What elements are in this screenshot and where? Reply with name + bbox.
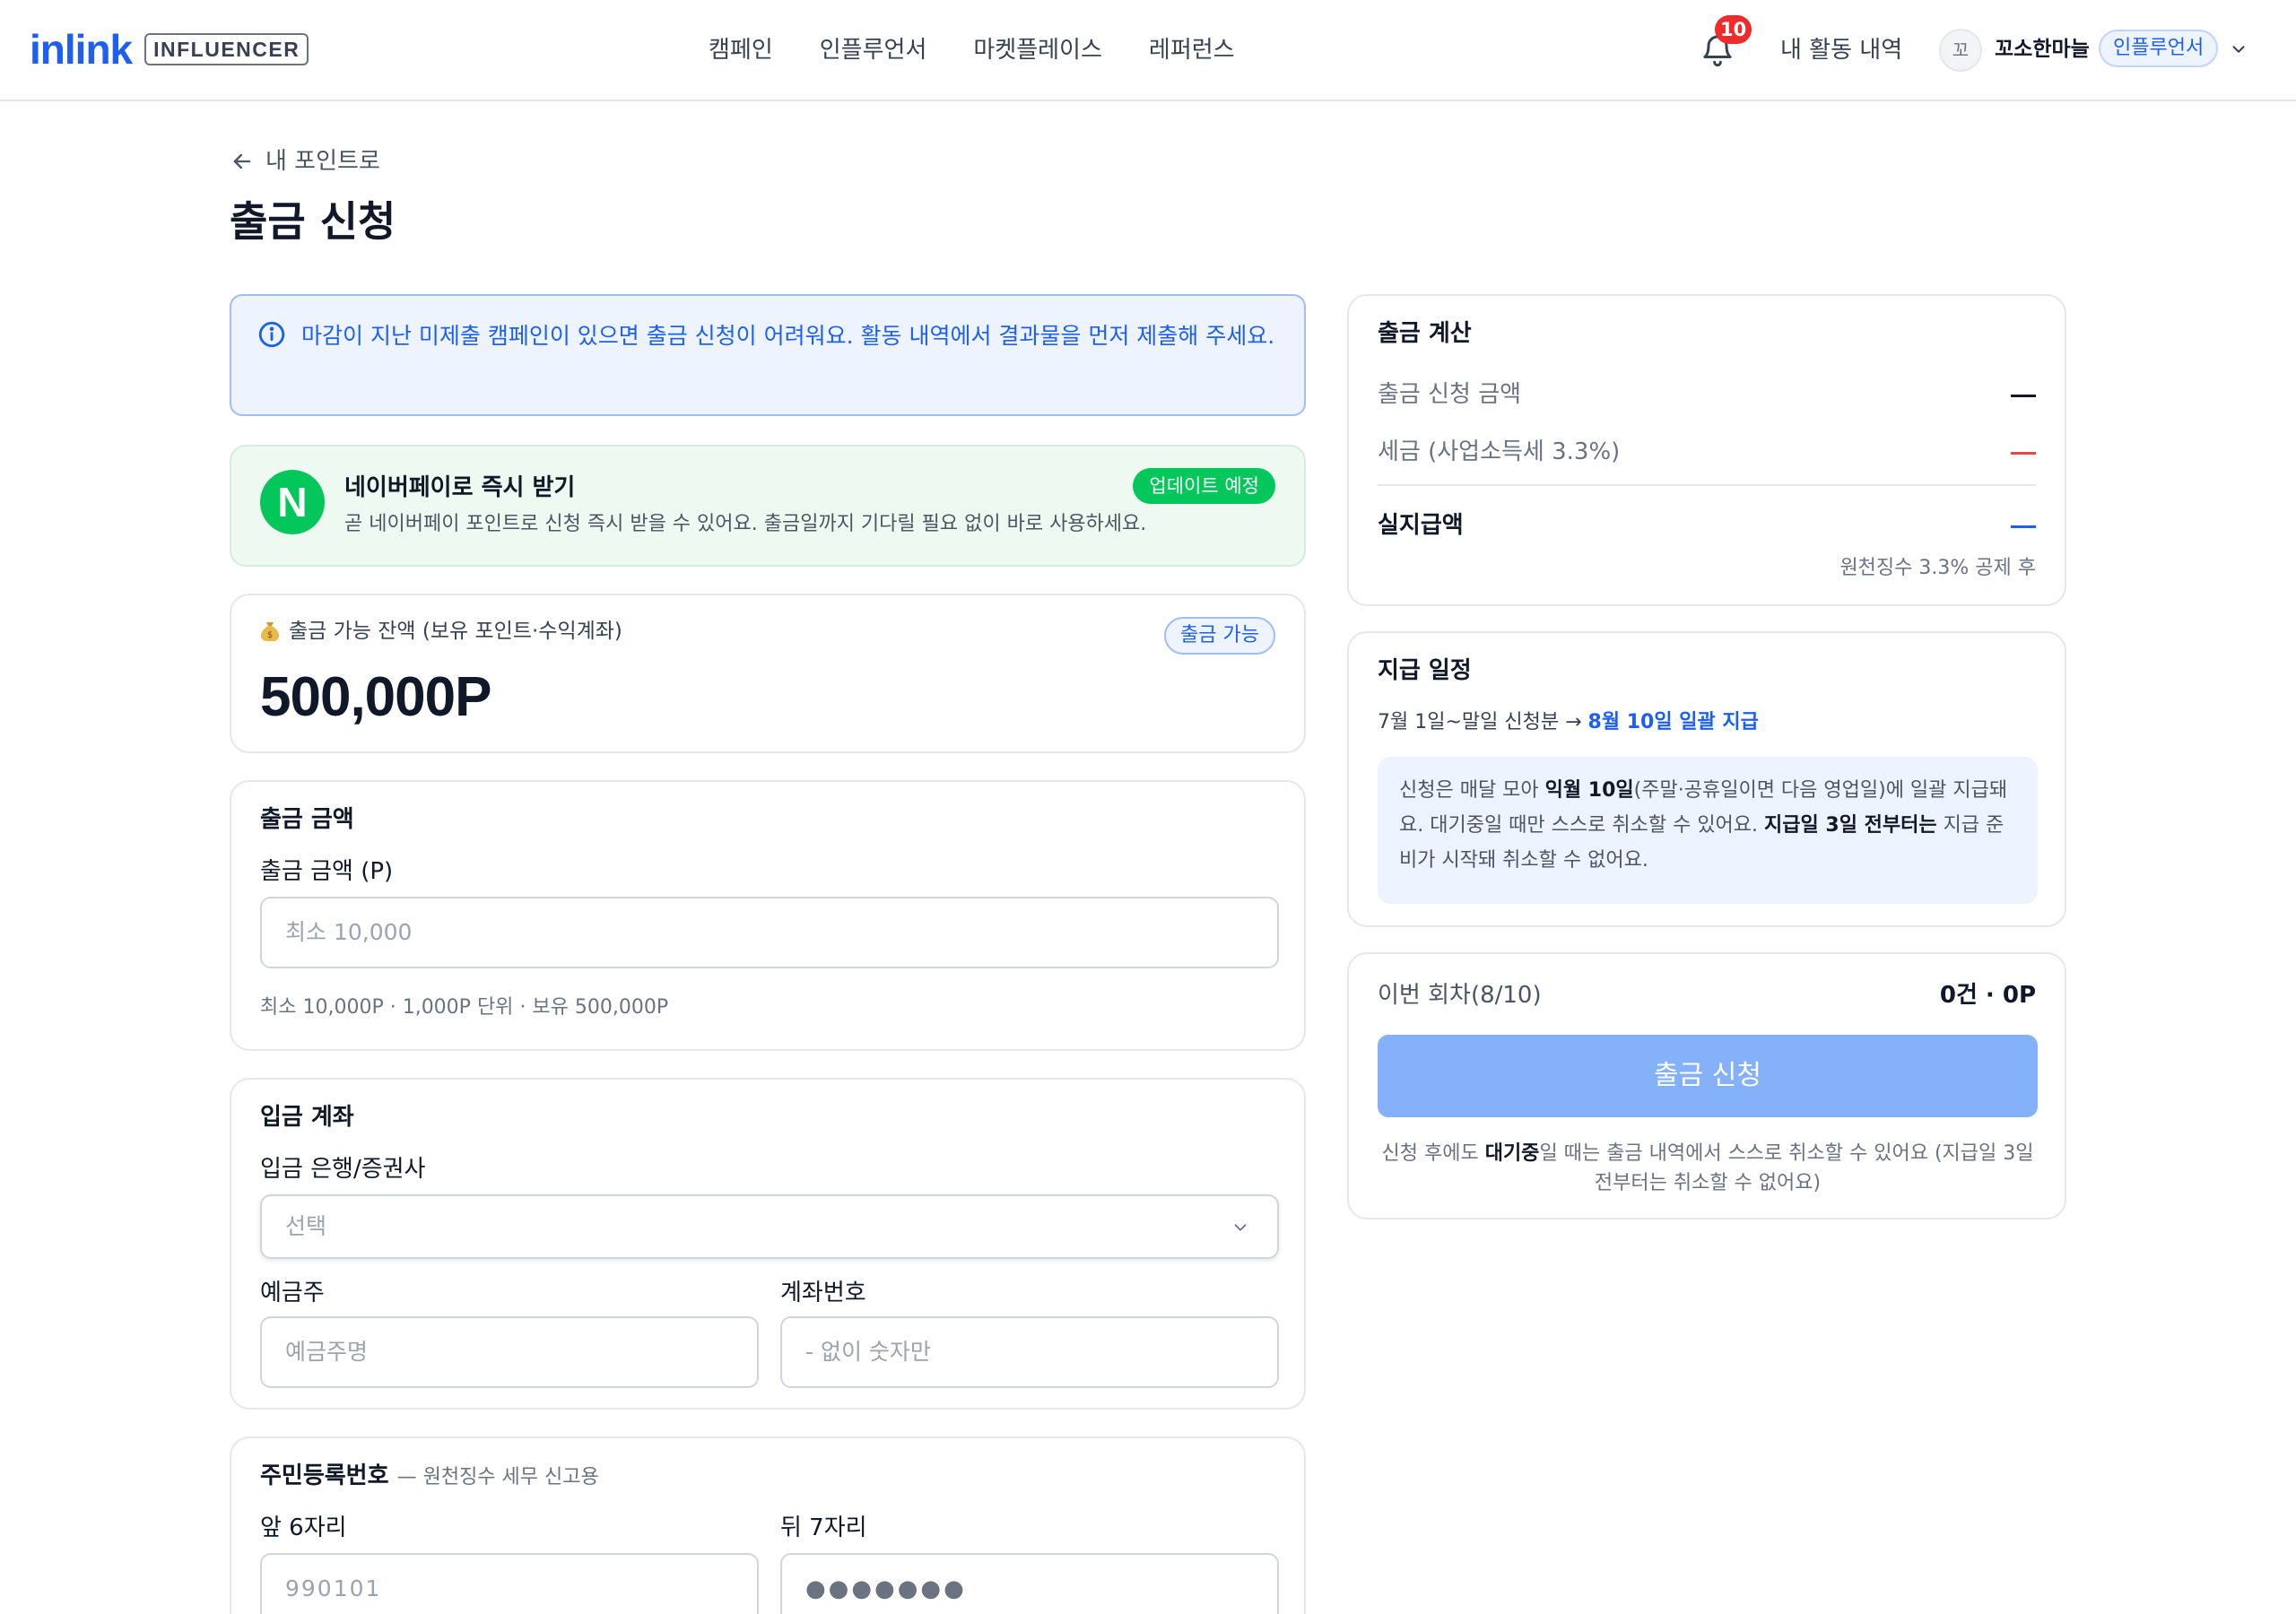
amount-section-title: 출금 금액 <box>260 806 354 833</box>
logo-wordmark: inlink <box>30 26 133 73</box>
request-amount-value <box>2011 395 2036 397</box>
bank-select[interactable]: 선택 <box>260 1194 1279 1259</box>
request-amount-label: 출금 신청 금액 <box>1378 381 1522 408</box>
divider <box>1378 484 2036 486</box>
schedule-title: 지급 일정 <box>1378 657 1472 684</box>
rrn-title: 주민등록번호 <box>260 1462 389 1489</box>
main-nav: 캠페인 인플루언서 마켓플레이스 레퍼런스 <box>709 30 1235 70</box>
calc-footnote: 원천징수 3.3% 공제 후 <box>1839 557 2036 579</box>
nav-marketplace[interactable]: 마켓플레이스 <box>973 30 1102 70</box>
role-badge: 인플루언서 <box>2099 30 2219 67</box>
schedule-line: 7월 1일~말일 신청분 → 8월 10일 일괄 지급 <box>1378 707 1759 739</box>
submit-note-2: 일 때는 출금 내역에서 스스로 취소할 수 있어요 (지급일 3일 전부터는 … <box>1539 1142 2034 1194</box>
balance-label: 출금 가능 잔액 (보유 포인트·수익계좌) <box>289 620 622 643</box>
page-title: 출금 신청 <box>230 197 396 246</box>
schedule-info-box: 신청은 매달 모아 익월 10일(주말·공휴일이면 다음 영업일)에 일괄 지급… <box>1378 757 2038 904</box>
svg-text:$: $ <box>267 630 273 640</box>
submit-note-bold: 대기중 <box>1484 1142 1540 1165</box>
rrn-front-label: 앞 6자리 <box>260 1514 347 1541</box>
net-amount-value <box>2011 525 2036 528</box>
nav-campaign[interactable]: 캠페인 <box>709 30 773 70</box>
tax-value <box>2011 452 2036 455</box>
net-amount-label: 실지급액 <box>1378 512 1464 539</box>
schedule-bold-2: 지급일 3일 전부터는 <box>1764 814 1937 837</box>
submit-card: 이번 회차(8/10) 0건 · 0P 출금 신청 신청 후에도 대기중일 때는… <box>1347 952 2066 1219</box>
arrow-left-icon <box>233 153 251 169</box>
round-value: 0건 · 0P <box>1939 982 2036 1009</box>
nav-influencer[interactable]: 인플루언서 <box>820 30 927 70</box>
schedule-text-1: 신청은 매달 모아 <box>1399 779 1545 802</box>
amount-card: 출금 금액 출금 금액 (P) 최소 10,000 최소 10,000P · 1… <box>230 780 1306 1051</box>
naverpay-desc: 곧 네이버페이 포인트로 신청 즉시 받을 수 있어요. 출금일까지 기다릴 필… <box>344 513 1147 535</box>
rrn-back-input[interactable]: ●●●●●●● <box>780 1553 1279 1614</box>
holder-field-label: 예금주 <box>260 1280 325 1306</box>
notice-text: 마감이 지난 미제출 캠페인이 있으면 출금 신청이 어려워요. 활동 내역에서… <box>301 323 1275 349</box>
info-icon <box>258 321 285 348</box>
avatar[interactable]: 꼬 <box>1939 29 1982 72</box>
schedule-pay-date: 8월 10일 일괄 지급 <box>1587 711 1759 733</box>
naver-logo-icon: N <box>260 470 325 534</box>
username[interactable]: 꼬소한마늘 <box>1995 31 2090 67</box>
amount-field-label: 출금 금액 (P) <box>260 858 394 885</box>
round-label: 이번 회차(8/10) <box>1378 982 1542 1009</box>
nav-reference[interactable]: 레퍼런스 <box>1149 30 1235 70</box>
rrn-front-input[interactable]: 990101 <box>260 1553 759 1614</box>
balance-value: 500,000P <box>260 666 491 728</box>
rrn-section-title: 주민등록번호 — 원천징수 세무 신고용 <box>260 1458 599 1496</box>
update-soon-badge: 업데이트 예정 <box>1133 468 1275 504</box>
notification-count-badge: 10 <box>1715 15 1752 44</box>
naverpay-title: 네이버페이로 즉시 받기 <box>344 474 576 501</box>
account-card: 입금 계좌 입금 은행/증권사 선택 예금주 예금주명 계좌번호 - 없이 숫자… <box>230 1078 1306 1410</box>
rrn-back-label: 뒤 7자리 <box>780 1514 867 1541</box>
amount-hint: 최소 10,000P · 1,000P 단위 · 보유 500,000P <box>260 996 669 1019</box>
schedule-card: 지급 일정 7월 1일~말일 신청분 → 8월 10일 일괄 지급 신청은 매달… <box>1347 631 2066 927</box>
rrn-card: 주민등록번호 — 원천징수 세무 신고용 앞 6자리 990101 뒤 7자리 … <box>230 1436 1306 1614</box>
balance-card: $ 출금 가능 잔액 (보유 포인트·수익계좌) 500,000P 출금 가능 <box>230 594 1306 753</box>
my-activity-link[interactable]: 내 활동 내역 <box>1780 30 1902 70</box>
rrn-subtitle: — 원천징수 세무 신고용 <box>396 1466 599 1488</box>
account-number-input[interactable]: - 없이 숫자만 <box>780 1316 1279 1388</box>
notice-banner: 마감이 지난 미제출 캠페인이 있으면 출금 신청이 어려워요. 활동 내역에서… <box>230 294 1306 416</box>
submit-withdrawal-button[interactable]: 출금 신청 <box>1378 1035 2038 1117</box>
rrn-back-masked: ●●●●●●● <box>805 1575 967 1602</box>
calculation-card: 출금 계산 출금 신청 금액 세금 (사업소득세 3.3%) 실지급액 원천징수… <box>1347 294 2066 606</box>
money-bag-icon: $ <box>261 622 279 641</box>
back-link[interactable]: 내 포인트로 <box>230 142 380 181</box>
chevron-down-icon[interactable] <box>2229 39 2248 59</box>
balance-label-row: $ 출금 가능 잔액 (보유 포인트·수익계좌) <box>260 613 622 649</box>
calc-title: 출금 계산 <box>1378 320 1472 347</box>
logo[interactable]: inlink INFLUENCER <box>30 27 309 72</box>
bank-field-label: 입금 은행/증권사 <box>260 1156 426 1183</box>
submit-note: 신청 후에도 대기중일 때는 출금 내역에서 스스로 취소할 수 있어요 (지급… <box>1378 1139 2038 1198</box>
schedule-bold-1: 익월 10일 <box>1544 779 1634 802</box>
top-header: inlink INFLUENCER 캠페인 인플루언서 마켓플레이스 레퍼런스 … <box>0 0 2296 101</box>
tax-label: 세금 (사업소득세 3.3%) <box>1378 438 1621 465</box>
holder-input[interactable]: 예금주명 <box>260 1316 759 1388</box>
logo-tag: INFLUENCER <box>144 33 309 65</box>
account-number-label: 계좌번호 <box>780 1280 866 1306</box>
bank-select-value: 선택 <box>285 1213 327 1239</box>
naverpay-card: N 네이버페이로 즉시 받기 곧 네이버페이 포인트로 신청 즉시 받을 수 있… <box>230 445 1306 567</box>
schedule-period: 7월 1일~말일 신청분 → <box>1378 711 1582 733</box>
back-label: 내 포인트로 <box>265 148 380 175</box>
withdrawable-badge: 출금 가능 <box>1164 617 1275 655</box>
submit-note-1: 신청 후에도 <box>1381 1142 1485 1165</box>
amount-input[interactable]: 최소 10,000 <box>260 897 1279 968</box>
account-section-title: 입금 계좌 <box>260 1104 354 1131</box>
chevron-down-icon <box>1234 1224 1247 1231</box>
